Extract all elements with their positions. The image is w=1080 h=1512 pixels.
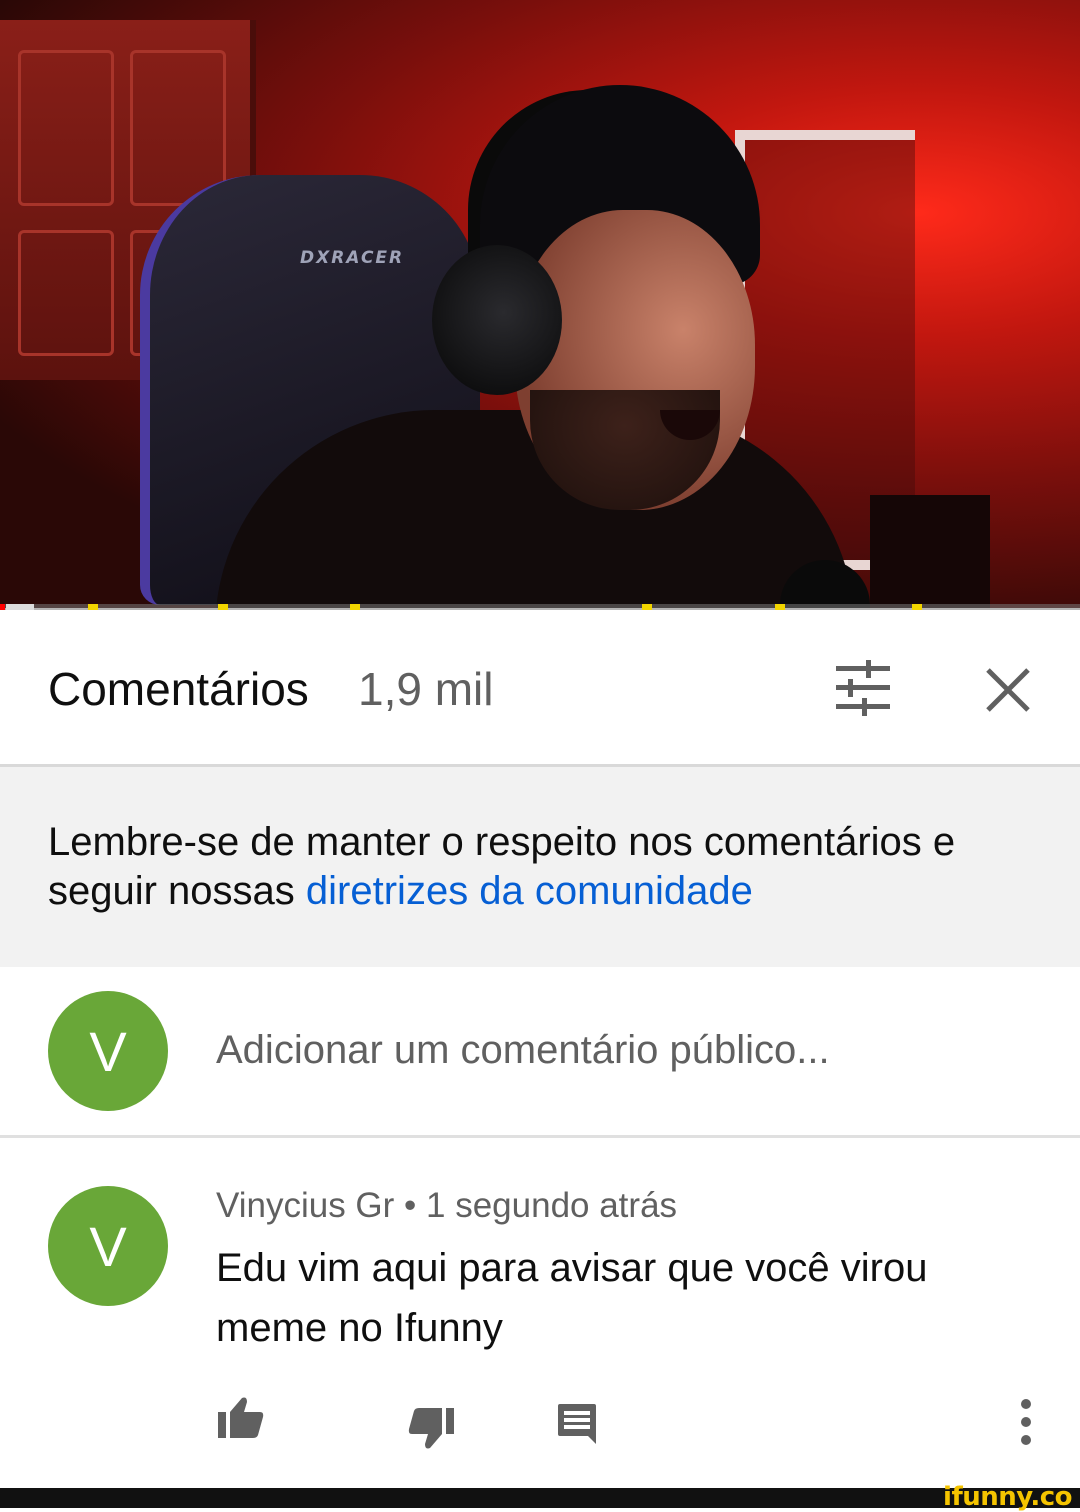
ad-marker <box>775 604 785 610</box>
comment-text: Edu vim aqui para avisar que você virou … <box>216 1246 928 1350</box>
progress-played <box>0 604 6 610</box>
video-player[interactable]: DXRACER <box>0 0 1080 608</box>
comment-author-avatar[interactable]: V <box>48 1186 168 1306</box>
avatar-letter: V <box>89 1214 127 1278</box>
comments-title: Comentários <box>48 663 309 715</box>
desk-object <box>870 495 990 608</box>
ad-marker <box>642 604 652 610</box>
close-icon[interactable] <box>982 664 1034 716</box>
ad-marker <box>218 604 228 610</box>
guidelines-text: Lembre-se de manter o respeito nos comen… <box>48 818 1038 916</box>
comment-meta: Vinycius Gr • 1 segundo atrás <box>216 1186 677 1226</box>
ad-marker <box>350 604 360 610</box>
headphone-earcup <box>432 245 562 395</box>
dislike-icon[interactable] <box>408 1406 456 1450</box>
more-vert-icon[interactable] <box>1016 1398 1036 1446</box>
add-comment-input[interactable]: Adicionar um comentário público... <box>216 1028 1036 1073</box>
sort-filter-icon[interactable] <box>832 660 894 716</box>
ad-marker <box>912 604 922 610</box>
comment-timestamp: 1 segundo atrás <box>426 1186 678 1225</box>
like-icon[interactable] <box>216 1396 264 1440</box>
comment-author[interactable]: Vinycius Gr <box>216 1186 394 1225</box>
community-guidelines-link[interactable]: diretrizes da comunidade <box>306 869 753 913</box>
door-panel <box>18 50 114 206</box>
chair-brand-text: DXRACER <box>300 248 405 268</box>
avatar-letter: V <box>89 1019 127 1083</box>
door-panel <box>18 230 114 356</box>
progress-buffered <box>6 604 34 610</box>
reply-icon[interactable] <box>556 1402 598 1446</box>
ad-marker <box>88 604 98 610</box>
bottom-bar <box>0 1488 1080 1508</box>
avatar[interactable]: V <box>48 991 168 1111</box>
comments-count: 1,9 mil <box>358 663 494 715</box>
meta-separator: • <box>394 1186 427 1225</box>
door-panel <box>130 50 226 206</box>
